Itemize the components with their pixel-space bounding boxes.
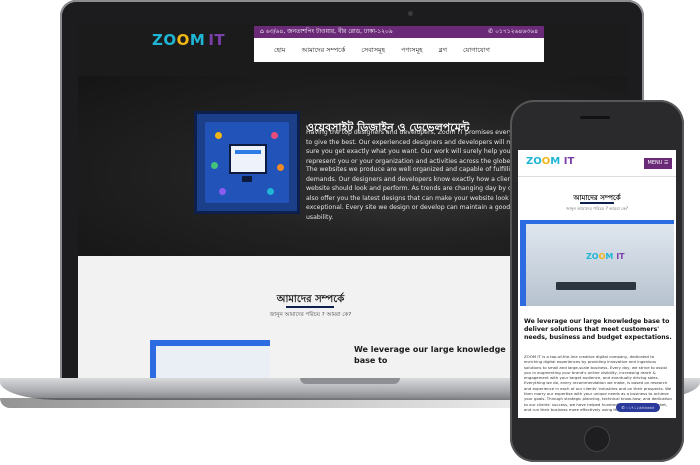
nav-home[interactable]: হোম [274,45,286,56]
address-text: ৬৩/৬৪, জনতাশপিং টাওয়ার, বীর রোড, ঢাকা-১… [265,28,393,35]
laptop-shadow [0,398,520,408]
office-table [556,282,636,290]
hero-paragraph-2: The websites we produce are well organiz… [306,166,534,221]
phone-about-subtitle: জানুন আমাদের পরিচয় ? আমরা কে? [565,206,629,211]
nav-about[interactable]: আমাদের সম্পর্কে [302,45,346,56]
call-button[interactable]: ✆ ০১৭১২৬৪৬৩৬৪ [616,403,660,412]
phone-logo[interactable]: ZOOM IT [526,156,574,167]
menu-button[interactable]: MENU ☰ [644,158,672,169]
web-design-illustration [194,111,300,214]
title-underline [286,306,334,308]
hero-paragraph-1: Having the top designers and developers,… [306,129,532,165]
main-nav: হোম আমাদের সম্পর্কে সেবাসমূহ পণ্যসমূহ ব্… [254,38,544,62]
laptop-notch [300,378,400,384]
nav-blog[interactable]: ব্লগ [439,45,447,56]
office-image: ZOOM IT [520,220,674,306]
nav-contact[interactable]: যোগাযোগ [463,45,490,56]
nav-products[interactable]: পণ্যসমূহ [401,45,423,56]
office-wall-logo: ZOOM IT [586,252,625,261]
phone-heading: We leverage our large knowledge base to … [524,318,672,342]
top-info-bar: ⌂ ৬৩/৬৪, জনতাশপিং টাওয়ার, বীর রোড, ঢাকা… [254,26,544,38]
camera-icon [408,11,413,16]
about-heading: We leverage our large knowledge base to [354,345,506,365]
divider [518,176,676,177]
site-header: ZOOM IT ⌂ ৬৩/৬৪, জনতাশপিং টাওয়ার, বীর রো… [78,24,628,76]
nav-services[interactable]: সেবাসমূহ [361,45,385,56]
about-subtitle: জানুন আমাদের পরিচয় ? আমরা কে? [269,312,352,318]
home-button[interactable] [584,426,610,452]
phone-text[interactable]: ✆ ০১৭১২৬৪৬৩৬৪ [488,26,538,38]
phone-screen: ZOOM IT MENU ☰ আমাদের সম্পর্কে জানুন আমা… [518,150,676,418]
monitor-icon [229,144,267,174]
speaker-icon [580,116,610,119]
site-logo[interactable]: ZOOM IT [152,31,225,49]
title-underline [580,202,614,204]
